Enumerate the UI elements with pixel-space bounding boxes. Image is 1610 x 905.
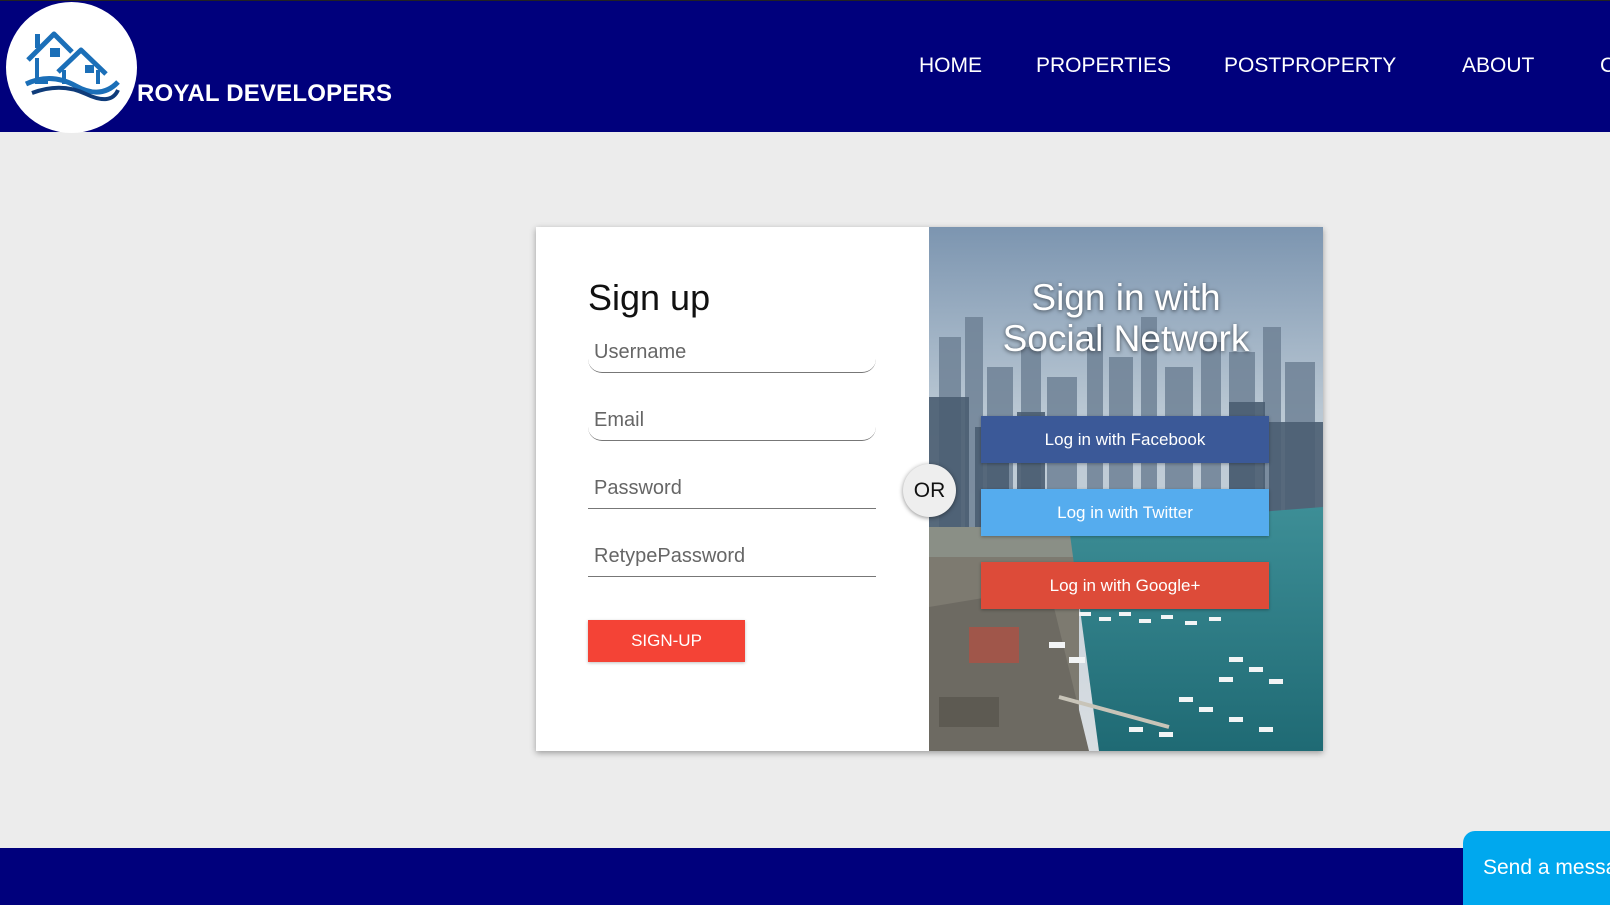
email-input[interactable] — [588, 401, 876, 441]
facebook-login-button[interactable]: Log in with Facebook — [981, 416, 1269, 463]
retype-password-input[interactable] — [588, 537, 876, 577]
password-input[interactable] — [588, 469, 876, 509]
signup-title: Sign up — [588, 277, 711, 318]
nav-post-property[interactable]: POSTPROPERTY — [1224, 54, 1396, 78]
signup-panel: Sign up SIGN-UP — [536, 227, 929, 751]
auth-card: Sign up SIGN-UP — [536, 227, 1323, 751]
nav-home[interactable]: HOME — [919, 54, 982, 78]
or-divider-badge: OR — [903, 464, 956, 517]
google-login-button[interactable]: Log in with Google+ — [981, 562, 1269, 609]
nav-properties[interactable]: PROPERTIES — [1036, 54, 1171, 78]
social-signin-title: Sign in with Social Network — [929, 277, 1323, 359]
site-footer — [0, 848, 1610, 905]
main-nav: HOME PROPERTIES POSTPROPERTY ABOUT C — [0, 54, 1610, 84]
send-message-chat-button[interactable]: Send a messa — [1463, 831, 1610, 905]
twitter-login-button[interactable]: Log in with Twitter — [981, 489, 1269, 536]
social-signin-panel: Sign in with Social Network Log in with … — [929, 227, 1323, 751]
social-title-line2: Social Network — [1002, 318, 1250, 359]
site-header: ROYAL DEVELOPERS HOME PROPERTIES POSTPRO… — [0, 0, 1610, 133]
social-title-line1: Sign in with — [1031, 277, 1221, 318]
brand-name[interactable]: ROYAL DEVELOPERS — [137, 80, 392, 108]
nav-contact-truncated[interactable]: C — [1600, 54, 1610, 78]
username-input[interactable] — [588, 333, 876, 373]
nav-about[interactable]: ABOUT — [1462, 54, 1534, 78]
signup-button[interactable]: SIGN-UP — [588, 620, 745, 662]
